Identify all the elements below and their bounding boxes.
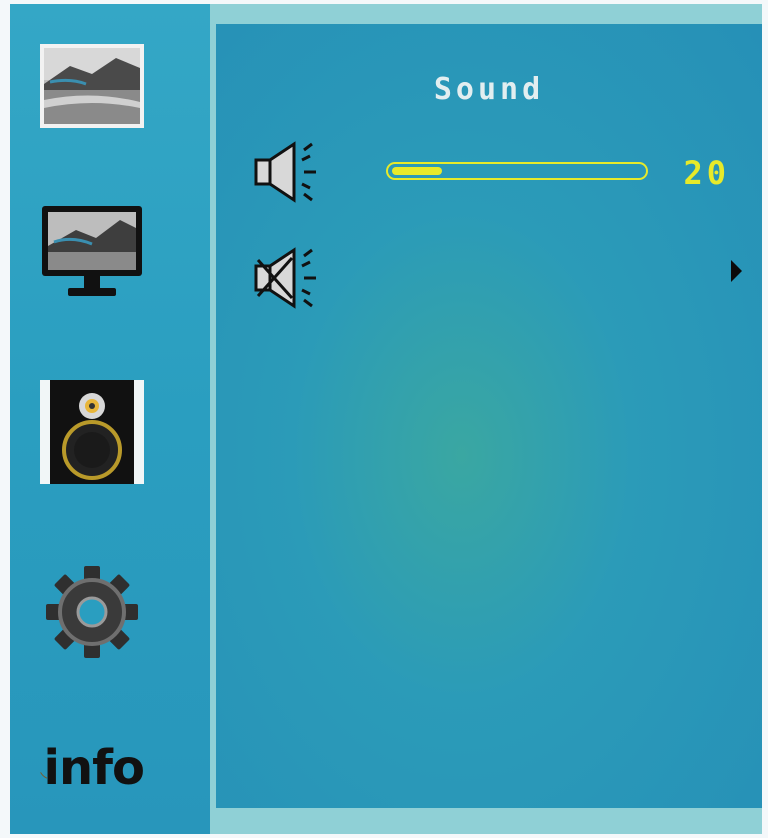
osd-sidebar: info: [10, 4, 210, 834]
landscape-photo-icon: [40, 44, 144, 128]
sidebar-item-display[interactable]: [40, 200, 144, 304]
volume-slider-fill: [392, 167, 442, 175]
page-title: Sound: [433, 72, 545, 107]
volume-slider[interactable]: [386, 162, 648, 180]
speaker-icon: [50, 380, 134, 484]
gear-icon: [46, 566, 138, 658]
sidebar-item-info[interactable]: info: [40, 716, 145, 820]
sound-menu-panel: Sound 20: [216, 24, 762, 808]
right-arrow-icon[interactable]: [731, 260, 742, 282]
sidebar-item-sound[interactable]: [40, 380, 144, 484]
mute-row[interactable]: [216, 246, 762, 326]
info-label: info: [43, 740, 145, 796]
volume-row[interactable]: 20: [216, 140, 762, 220]
sidebar-item-picture[interactable]: [40, 34, 144, 138]
volume-icon: [254, 141, 316, 203]
volume-value: 20: [683, 154, 730, 192]
monitor-icon: [42, 206, 142, 296]
sidebar-item-setup[interactable]: [40, 560, 144, 664]
mute-icon: [254, 247, 316, 309]
